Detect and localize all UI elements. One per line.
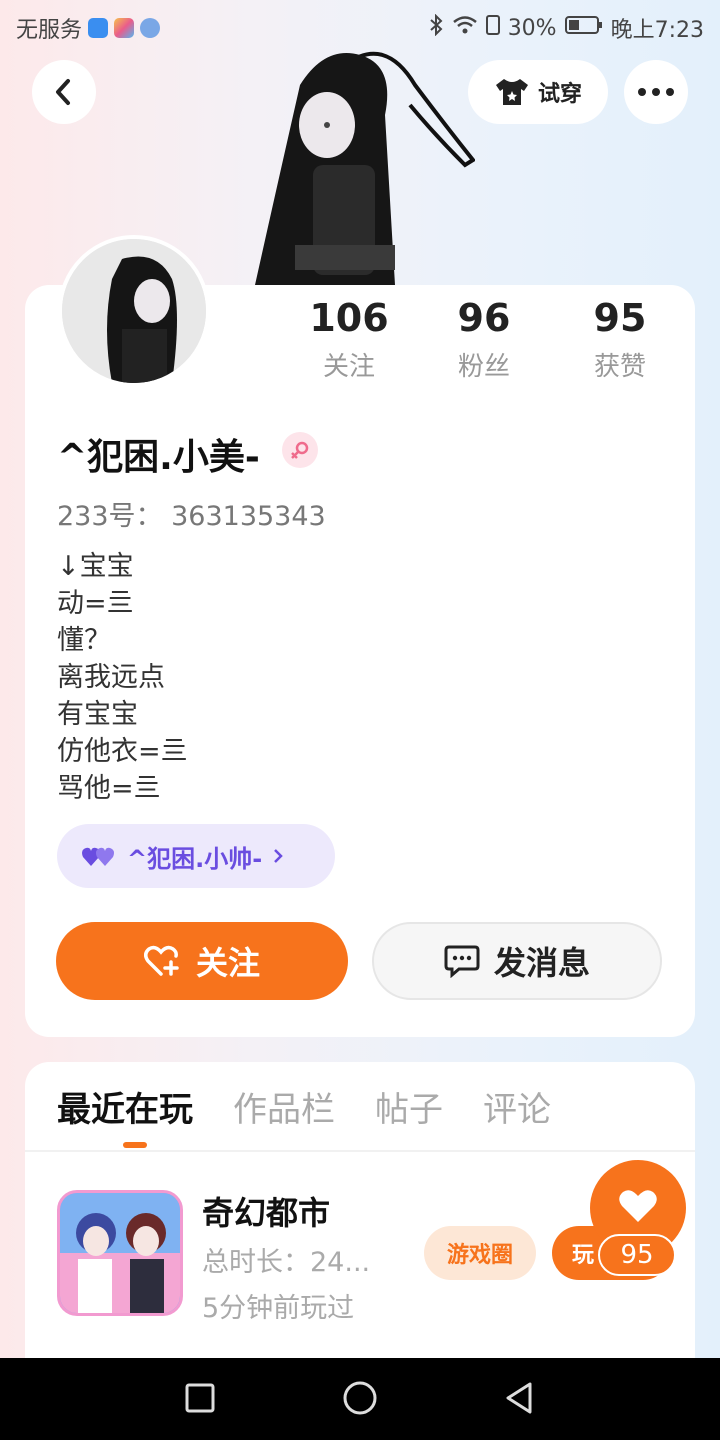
more-dots-icon	[638, 88, 674, 96]
heart-plus-icon	[143, 945, 179, 976]
follow-label: 关注	[195, 944, 260, 982]
user-id: 233号： 363135343	[57, 501, 326, 532]
user-bio: ↓宝宝 动=亖 懂？ 离我远点 有宝宝 仿他衣=亖 骂他=亖	[57, 548, 188, 807]
game-title: 奇幻都市	[202, 1194, 331, 1232]
wifi-icon	[452, 15, 478, 41]
active-tab-indicator	[123, 1142, 147, 1148]
stat-label: 粉丝	[457, 352, 510, 382]
status-right: 30% 晚上7:23	[428, 12, 704, 44]
stat-likes[interactable]: 95 获赞	[560, 296, 680, 383]
shield-app-icon	[88, 18, 109, 38]
avatar[interactable]	[58, 235, 210, 387]
heart-icon	[619, 1190, 657, 1222]
follow-button[interactable]: 关注	[56, 922, 348, 1000]
tab-posts[interactable]: 帖子	[375, 1082, 443, 1131]
battery-percent: 30%	[507, 15, 557, 41]
bio-line: 有宝宝	[57, 699, 138, 730]
clock-text: 晚上7:23	[610, 18, 704, 43]
couple-name: ^犯困.小帅-	[127, 844, 263, 873]
chat-bubble-icon	[444, 945, 480, 978]
game-last-played: 5分钟前玩过	[202, 1293, 355, 1324]
bio-line: 离我远点	[57, 662, 165, 693]
profile-tabs: 最近在玩 作品栏 帖子 评论	[57, 1082, 551, 1131]
battery-icon	[564, 15, 603, 41]
bio-line: ↓宝宝	[57, 551, 134, 582]
more-button[interactable]	[624, 60, 688, 124]
bio-line: 懂？	[57, 625, 111, 656]
back-triangle-icon[interactable]	[500, 1378, 540, 1418]
couple-link[interactable]: ^犯困.小帅-	[57, 824, 335, 888]
stat-label: 关注	[322, 352, 375, 382]
double-heart-icon	[82, 847, 114, 866]
back-button[interactable]	[32, 60, 96, 124]
try-on-button[interactable]: 试穿	[468, 60, 608, 124]
tab-works[interactable]: 作品栏	[233, 1082, 335, 1131]
user-name: ^犯困.小美-	[57, 437, 260, 478]
tab-recently-played[interactable]: 最近在玩	[57, 1082, 193, 1131]
game-icon[interactable]	[57, 1190, 183, 1316]
stat-value: 96	[457, 296, 511, 340]
stat-label: 获赞	[593, 352, 646, 382]
like-count-badge: 95	[598, 1234, 676, 1276]
message-label: 发消息	[493, 944, 590, 982]
status-left: 无服务	[16, 12, 161, 44]
stat-followers[interactable]: 96 粉丝	[424, 296, 544, 383]
sim-icon	[485, 15, 500, 41]
stat-value: 106	[309, 296, 389, 340]
system-navigation-bar	[0, 1358, 720, 1440]
stat-following[interactable]: 106 关注	[289, 296, 409, 383]
bluetooth-icon	[428, 13, 444, 42]
tab-comments[interactable]: 评论	[483, 1082, 551, 1131]
tabs-divider	[25, 1150, 695, 1152]
home-icon[interactable]	[340, 1378, 380, 1418]
game-total-duration: 总时长：24...	[202, 1247, 371, 1278]
shirt-icon	[495, 79, 528, 105]
back-arrow-icon	[56, 79, 70, 105]
bio-line: 仿他衣=亖	[57, 736, 188, 767]
music-app-icon	[140, 18, 161, 38]
try-on-label: 试穿	[537, 82, 582, 107]
game-circle-button[interactable]: 游戏圈	[424, 1226, 536, 1280]
avatar-character-image	[245, 45, 476, 285]
bio-line: 骂他=亖	[57, 773, 161, 804]
chevron-right-icon	[274, 849, 283, 863]
colorful-app-icon	[114, 18, 135, 38]
bio-line: 动=亖	[57, 588, 134, 619]
message-button[interactable]: 发消息	[372, 922, 662, 1000]
female-gender-icon	[282, 432, 318, 468]
carrier-text: 无服务	[16, 18, 83, 43]
recent-apps-icon[interactable]	[180, 1378, 220, 1418]
stat-value: 95	[593, 296, 647, 340]
